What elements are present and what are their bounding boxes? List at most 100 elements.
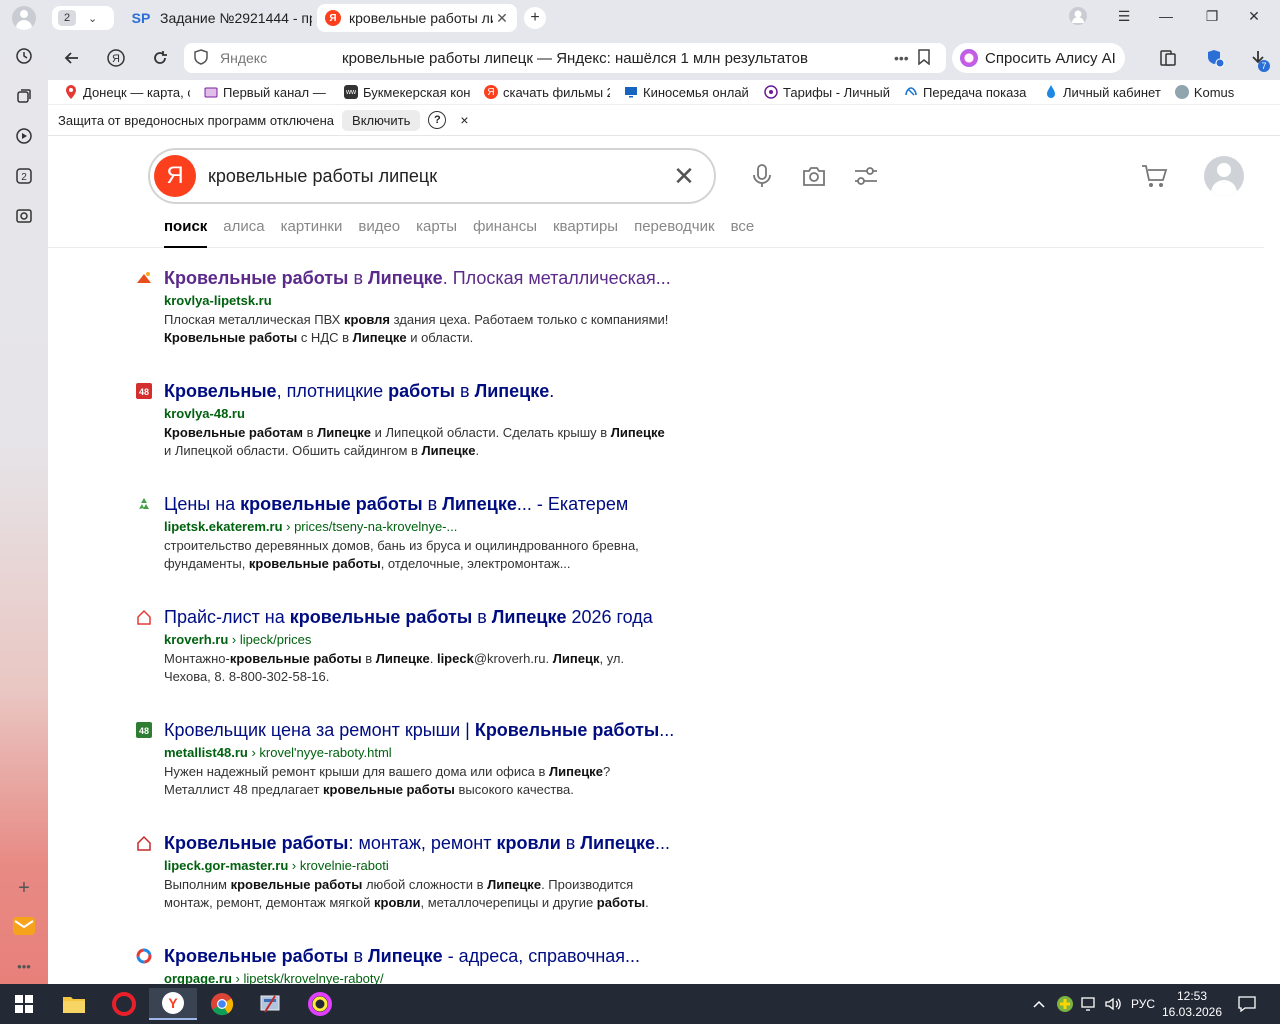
more-icon[interactable]: ••• — [12, 954, 36, 978]
bookmark-bukmeker[interactable]: ww Букмекерская кон — [344, 82, 470, 102]
serp-tab-translate[interactable]: переводчик — [634, 218, 714, 248]
48-icon[interactable]: 48 — [136, 722, 152, 738]
profile-icon[interactable] — [1068, 6, 1088, 29]
result-title-link[interactable]: Прайс-лист на кровельные работы в Липецк… — [164, 607, 653, 628]
result-domain[interactable]: lipeck.gor-master.ru — [164, 858, 288, 873]
bookmark-tarify[interactable]: Тарифы - Личный — [764, 82, 890, 102]
volume-icon[interactable] — [1104, 984, 1122, 1024]
serp-tab-alice[interactable]: алиса — [223, 218, 264, 248]
48-icon[interactable]: 48 — [136, 383, 152, 399]
bookmark-donetsk[interactable]: Донецк — карта, с — [64, 82, 190, 102]
result-path[interactable]: › lipetsk/krovelnye-raboty/ — [232, 971, 384, 984]
ask-alice-button[interactable]: Спросить Алису AI — [952, 43, 1125, 73]
chrome-icon[interactable] — [198, 988, 246, 1020]
result-url[interactable]: lipeck.gor-master.ru › krovelnie-raboti — [164, 858, 389, 873]
result-path[interactable]: › prices/tseny-na-krovelnye-... — [283, 519, 457, 534]
result-url[interactable]: metallist48.ru › krovel'nyye-raboty.html — [164, 745, 392, 760]
result-path[interactable]: › lipeck/prices — [228, 632, 311, 647]
close-infobar-icon[interactable]: × — [460, 112, 468, 128]
serp-tab-all[interactable]: все — [731, 218, 755, 248]
tab-group-button[interactable]: 2 ⌄ — [52, 6, 114, 30]
tab-count-icon[interactable]: 2 — [12, 164, 36, 188]
result-title-link[interactable]: Кровельные, плотницкие работы в Липецке. — [164, 381, 554, 402]
mail-icon[interactable] — [12, 914, 36, 938]
notifications-icon[interactable] — [1238, 984, 1256, 1024]
bookmark-kinosemya[interactable]: Киносемья онлай — [624, 82, 750, 102]
history-icon[interactable] — [12, 44, 36, 68]
opera-icon[interactable] — [100, 988, 148, 1020]
result-title-link[interactable]: Кровельные работы в Липецке - адреса, сп… — [164, 946, 640, 967]
house-icon[interactable] — [136, 835, 152, 851]
close-window-icon[interactable]: ✕ — [1244, 8, 1264, 25]
tray-app-icon[interactable] — [1056, 984, 1074, 1024]
clear-search-icon[interactable]: ✕ — [664, 161, 704, 192]
result-domain[interactable]: orgpage.ru — [164, 971, 232, 984]
new-tab-button[interactable]: + — [524, 7, 546, 29]
yandex-browser-icon[interactable]: Y — [149, 988, 197, 1020]
restore-icon[interactable]: ❐ — [1202, 8, 1222, 25]
yandex-logo[interactable]: Я — [154, 155, 196, 197]
microphone-icon[interactable] — [748, 162, 776, 190]
serp-tab-images[interactable]: картинки — [281, 218, 343, 248]
control-panel-icon[interactable] — [246, 988, 294, 1020]
menu-icon[interactable]: ☰ — [1114, 8, 1134, 25]
profile-avatar-icon[interactable] — [12, 6, 36, 30]
bookmark-peredacha[interactable]: Передача показа — [904, 82, 1030, 102]
result-url[interactable]: krovlya-48.ru — [164, 406, 245, 421]
tray-chevron-up-icon[interactable] — [1032, 984, 1046, 1024]
result-url[interactable]: krovlya-lipetsk.ru — [164, 293, 272, 308]
extension-shield-icon[interactable] — [1206, 48, 1226, 68]
site-security-icon[interactable] — [194, 48, 212, 68]
result-title-link[interactable]: Кровельные работы в Липецке. Плоская мет… — [164, 268, 671, 289]
bookmark-lichniy-kabinet[interactable]: Личный кабинет — [1044, 82, 1161, 102]
result-domain[interactable]: kroverh.ru — [164, 632, 228, 647]
serp-tab-realty[interactable]: квартиры — [553, 218, 618, 248]
recycle-icon[interactable] — [136, 496, 152, 512]
result-domain[interactable]: krovlya-lipetsk.ru — [164, 293, 272, 308]
system-clock[interactable]: 12:53 16.03.2026 — [1160, 988, 1224, 1020]
network-icon[interactable] — [1080, 984, 1098, 1024]
more-dots-icon[interactable]: ••• — [894, 50, 918, 66]
result-title-link[interactable]: Цены на кровельные работы в Липецке... -… — [164, 494, 628, 515]
bookmark-icon[interactable] — [918, 48, 946, 68]
search-input[interactable]: кровельные работы липецк — [208, 166, 664, 187]
tab-zadanie[interactable]: SP Задание №2921444 - про — [122, 4, 312, 32]
result-url[interactable]: lipetsk.ekaterem.ru › prices/tseny-na-kr… — [164, 519, 457, 534]
language-indicator[interactable]: РУС — [1131, 984, 1155, 1024]
reader-icon[interactable] — [1158, 48, 1178, 68]
serp-tab-search[interactable]: поиск — [164, 218, 208, 248]
bookmark-filmy[interactable]: Я скачать фильмы 2 — [484, 82, 610, 102]
ring-icon[interactable] — [136, 948, 152, 964]
shopping-cart-icon[interactable] — [1140, 162, 1168, 190]
result-title-link[interactable]: Кровельные работы: монтаж, ремонт кровли… — [164, 833, 670, 854]
result-path[interactable]: › krovel'nyye-raboty.html — [248, 745, 391, 760]
yandex-home-icon[interactable]: Я — [106, 48, 126, 68]
collections-icon[interactable] — [12, 84, 36, 108]
serp-tab-video[interactable]: видео — [358, 218, 400, 248]
close-tab-icon[interactable]: ✕ — [493, 10, 511, 27]
user-avatar-icon[interactable] — [1204, 156, 1244, 196]
enable-protection-button[interactable]: Включить — [342, 109, 421, 131]
reload-icon[interactable] — [150, 48, 170, 68]
serp-tab-maps[interactable]: карты — [416, 218, 457, 248]
chevron-down-icon[interactable]: ⌄ — [88, 12, 97, 25]
roof-icon[interactable] — [136, 270, 152, 286]
bookmark-komus[interactable]: Komus — [1174, 82, 1235, 102]
result-path[interactable]: › krovelnie-raboti — [288, 858, 389, 873]
serp-tab-finance[interactable]: финансы — [473, 218, 537, 248]
house-icon[interactable] — [136, 609, 152, 625]
result-domain[interactable]: lipetsk.ekaterem.ru — [164, 519, 283, 534]
add-panel-icon[interactable]: + — [12, 876, 36, 900]
search-box[interactable]: Я кровельные работы липецк ✕ — [148, 148, 716, 204]
tab-yandex-search[interactable]: Я кровельные работы ли ✕ — [317, 4, 517, 32]
minimize-icon[interactable]: — — [1156, 8, 1176, 24]
windows-start-icon[interactable] — [0, 988, 48, 1020]
screenshot-icon[interactable] — [12, 204, 36, 228]
color-app-icon[interactable] — [296, 988, 344, 1020]
back-arrow-icon[interactable] — [62, 48, 82, 68]
help-icon[interactable]: ? — [428, 111, 447, 129]
bookmark-perviy-kanal[interactable]: Первый канал — с — [204, 82, 330, 102]
result-url[interactable]: kroverh.ru › lipeck/prices — [164, 632, 311, 647]
address-bar[interactable]: Яндекс кровельные работы липецк — Яндекс… — [184, 43, 946, 73]
result-domain[interactable]: metallist48.ru — [164, 745, 248, 760]
